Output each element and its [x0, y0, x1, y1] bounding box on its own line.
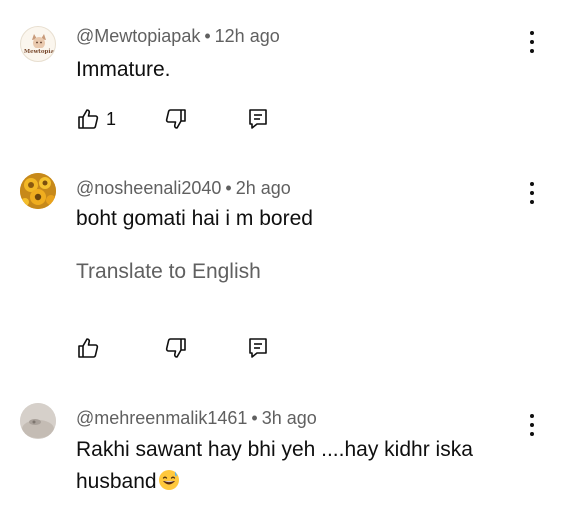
- timestamp[interactable]: 2h ago: [236, 178, 291, 198]
- comment-meta: @nosheenali2040 • 2h ago: [76, 178, 291, 199]
- avatar[interactable]: [20, 173, 56, 209]
- author-name[interactable]: @nosheenali2040: [76, 178, 221, 198]
- reply-button[interactable]: [246, 106, 270, 132]
- avatar-logo-text: Mewtopia: [24, 49, 54, 55]
- dislike-button[interactable]: [164, 106, 188, 132]
- translate-link[interactable]: Translate to English: [76, 260, 261, 284]
- comment-meta: @mehreenmalik1461 • 3h ago: [76, 408, 317, 429]
- thumbs-down-icon: [165, 109, 186, 129]
- avatar[interactable]: [20, 403, 56, 439]
- comment-actions: [76, 335, 276, 361]
- reply-comment-icon: [249, 109, 267, 129]
- timestamp[interactable]: 3h ago: [262, 408, 317, 428]
- comment-text-word: husband: [76, 470, 157, 493]
- grinning-sweat-emoji-icon: [158, 470, 179, 490]
- timestamp[interactable]: 12h ago: [215, 26, 280, 46]
- comment-text-line: husband: [76, 466, 516, 498]
- separator: •: [251, 408, 258, 428]
- comment-2: @nosheenali2040 • 2h ago boht gomati hai i…: [0, 140, 570, 370]
- comment-actions: 1: [76, 106, 276, 132]
- reply-comment-icon: [249, 338, 267, 358]
- like-button[interactable]: [76, 335, 100, 361]
- thumbs-down-icon: [165, 338, 186, 358]
- reply-button[interactable]: [246, 335, 270, 361]
- like-count: 1: [106, 108, 117, 129]
- comment-1: Mewtopia @Mewtopiapak • 12h ago Immature. …: [0, 0, 570, 140]
- comment-text: boht gomati hai i m bored: [76, 207, 313, 230]
- author-name[interactable]: @mehreenmalik1461: [76, 408, 247, 428]
- more-options-button[interactable]: [522, 412, 542, 438]
- comment-text-line: Rakhi sawant hay bhi yeh ....hay kidhr i…: [76, 438, 473, 461]
- thumbs-up-icon: [78, 338, 99, 358]
- avatar[interactable]: Mewtopia: [20, 26, 56, 62]
- separator: •: [225, 178, 232, 198]
- mewtopia-logo-icon: Mewtopia: [24, 34, 54, 55]
- dislike-button[interactable]: [164, 335, 188, 361]
- photo-avatar-icon: [20, 403, 56, 439]
- like-button[interactable]: 1: [76, 106, 116, 132]
- comment-3: @mehreenmalik1461 • 3h ago Rakhi sawant ha…: [0, 370, 570, 507]
- separator: •: [204, 26, 211, 46]
- comment-text: Immature.: [76, 58, 171, 81]
- sunflower-avatar-icon: [20, 173, 56, 209]
- comment-meta: @Mewtopiapak • 12h ago: [76, 26, 280, 47]
- more-options-button[interactable]: [522, 29, 542, 55]
- author-name[interactable]: @Mewtopiapak: [76, 26, 200, 46]
- thumbs-up-icon: [78, 109, 99, 129]
- more-options-button[interactable]: [522, 180, 542, 206]
- comment-text: Rakhi sawant hay bhi yeh ....hay kidhr i…: [76, 434, 516, 498]
